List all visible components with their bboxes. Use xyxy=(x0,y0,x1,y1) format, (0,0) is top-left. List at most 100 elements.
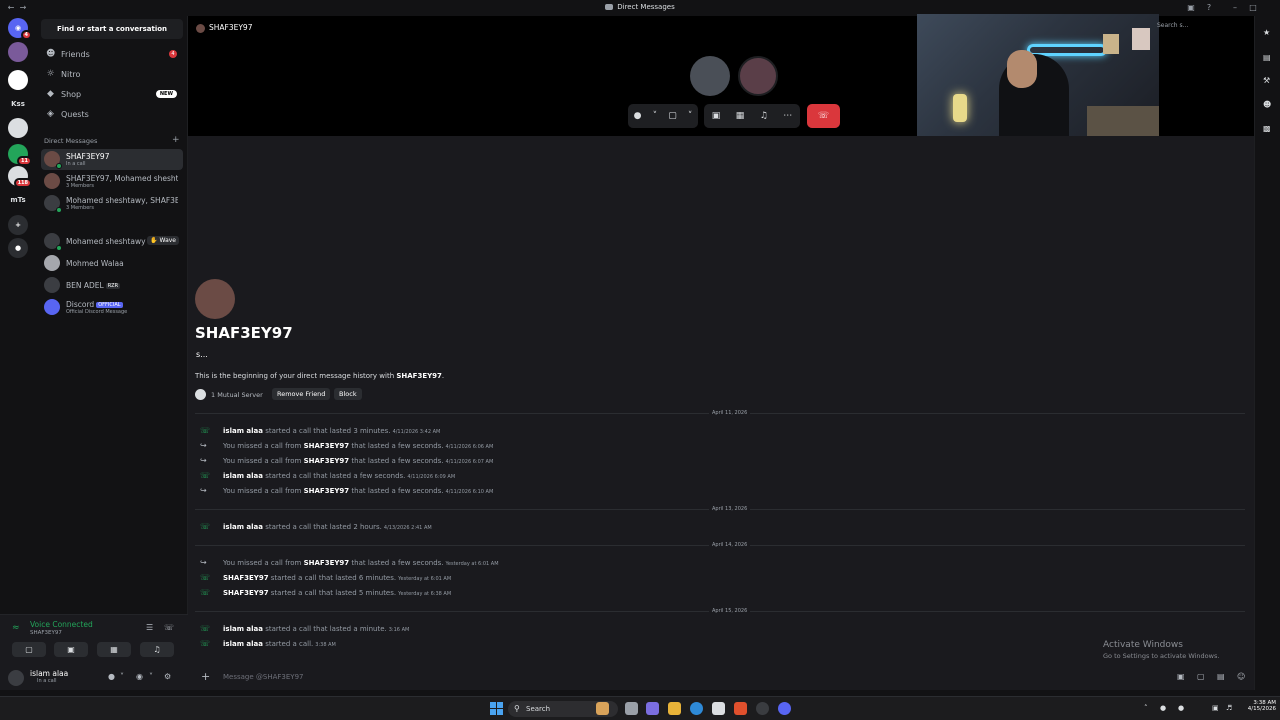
widgets-icon[interactable] xyxy=(596,702,609,715)
camera-button[interactable]: ▢ xyxy=(12,642,46,657)
server-kss[interactable]: Kss xyxy=(3,99,33,109)
system-message: ☏ islam alaa started a call that lasted 3… xyxy=(200,426,440,438)
nav-friends[interactable]: ☻ Friends 4 xyxy=(41,45,183,63)
noise-suppression-icon[interactable]: ☰ xyxy=(146,623,153,632)
gift-icon[interactable]: ▣ xyxy=(1177,672,1185,681)
file-explorer-icon[interactable] xyxy=(668,702,681,715)
participant-avatar[interactable] xyxy=(690,56,730,96)
find-conversation-button[interactable]: Find or start a conversation xyxy=(41,19,183,39)
dm-item[interactable]: Mohamed sheshtawy ✋ Wave xyxy=(41,231,183,252)
server-mts[interactable]: mTs xyxy=(3,195,33,205)
mic-tray-icon[interactable]: ● xyxy=(1178,704,1184,712)
add-user-icon[interactable]: ☻ xyxy=(1263,100,1271,109)
emoji-icon[interactable]: ☺ xyxy=(1237,672,1245,681)
disconnect-icon[interactable]: ☏ xyxy=(164,623,174,632)
msg-author[interactable]: SHAF3EY97 xyxy=(223,574,269,582)
block-button[interactable]: Block xyxy=(334,388,362,400)
msg-author[interactable]: islam alaa xyxy=(223,523,263,531)
remove-friend-button[interactable]: Remove Friend xyxy=(272,388,331,400)
nav-shop[interactable]: ◆ Shop NEW xyxy=(41,85,183,103)
network-icon[interactable]: ▣ xyxy=(1212,704,1219,712)
trophy-icon[interactable]: ★ xyxy=(1263,28,1270,37)
edge-browser-icon[interactable] xyxy=(690,702,703,715)
mic-icon[interactable]: ● xyxy=(108,672,115,681)
task-view-icon[interactable] xyxy=(625,702,638,715)
avatar[interactable] xyxy=(8,670,24,686)
msg-author[interactable]: SHAF3EY97 xyxy=(304,559,350,567)
server-avatar-icon[interactable] xyxy=(8,70,28,90)
dm-item[interactable]: SHAF3EY97 In a call xyxy=(41,149,183,170)
server-avatar-icon[interactable] xyxy=(8,42,28,62)
more-icon[interactable]: ⋯ xyxy=(783,111,792,121)
chevron-up-icon[interactable]: ˄ xyxy=(1144,704,1148,712)
sticker-icon[interactable]: ▤ xyxy=(1217,672,1225,681)
chevron-down-icon[interactable]: ˅ xyxy=(149,672,153,681)
soundboard-icon[interactable]: ♫ xyxy=(760,111,768,121)
msg-author[interactable]: SHAF3EY97 xyxy=(304,457,350,465)
chevron-down-icon[interactable]: ˅ xyxy=(120,672,124,681)
server-avatar-icon[interactable]: 11 xyxy=(8,144,32,166)
dm-item[interactable]: BEN ADEL RZR xyxy=(41,275,183,296)
members-icon[interactable]: ▤ xyxy=(1263,53,1271,62)
server-avatar-icon[interactable] xyxy=(8,118,28,138)
camera-off-icon[interactable]: ▢ xyxy=(668,111,677,121)
attach-plus-icon[interactable]: + xyxy=(201,670,210,683)
msg-author[interactable]: islam alaa xyxy=(223,640,263,648)
msg-author[interactable]: islam alaa xyxy=(223,472,263,480)
chevron-down-icon[interactable]: ˅ xyxy=(653,111,658,121)
dm-item[interactable]: Discord OFFICIAL Official Discord Message xyxy=(41,297,183,318)
nav-friends-label: Friends xyxy=(61,49,90,59)
tray-app-icon[interactable]: ● xyxy=(1160,704,1166,712)
settings-gear-icon[interactable]: ⚙ xyxy=(164,672,171,681)
add-server-icon[interactable]: + xyxy=(8,215,28,235)
discover-icon[interactable]: ● xyxy=(8,238,28,258)
store-icon[interactable] xyxy=(712,702,725,715)
msg-author[interactable]: SHAF3EY97 xyxy=(304,487,350,495)
participant-avatar[interactable] xyxy=(738,56,778,96)
nav-nitro[interactable]: ☼ Nitro xyxy=(41,65,183,83)
dm-item[interactable]: SHAF3EY97, Mohamed sheshta... 3 Members xyxy=(41,171,183,192)
search-input[interactable]: Search s... xyxy=(1157,22,1253,36)
inbox-icon[interactable]: ▣ xyxy=(1186,3,1196,13)
discord-taskbar-icon[interactable] xyxy=(778,702,791,715)
soundboard-button[interactable]: ♫ xyxy=(140,642,174,657)
screenshare-icon[interactable]: ▣ xyxy=(712,111,721,121)
voice-channel[interactable]: SHAF3EY97 xyxy=(30,630,62,636)
profile-avatar[interactable] xyxy=(195,279,235,319)
headphones-icon[interactable]: ◉ xyxy=(136,672,143,681)
chevron-down-icon[interactable]: ˅ xyxy=(688,111,693,121)
new-dm-plus-icon[interactable]: + xyxy=(172,135,180,145)
inbox-icon[interactable]: ▩ xyxy=(1263,124,1271,133)
msg-author[interactable]: SHAF3EY97 xyxy=(223,589,269,597)
msg-author[interactable]: islam alaa xyxy=(223,427,263,435)
dm-item[interactable]: Mohmed Walaa xyxy=(41,253,183,274)
app-icon[interactable] xyxy=(756,702,769,715)
clock[interactable]: 3:38 AM 4/15/2026 xyxy=(1240,700,1276,712)
maximize-icon[interactable]: □ xyxy=(1248,3,1258,13)
msg-author[interactable]: islam alaa xyxy=(223,625,263,633)
mic-icon[interactable]: ● xyxy=(634,111,642,121)
copilot-icon[interactable] xyxy=(646,702,659,715)
msg-author[interactable]: SHAF3EY97 xyxy=(304,442,350,450)
wrench-icon[interactable]: ⚒ xyxy=(1263,76,1270,85)
nav-quests[interactable]: ◈ Quests xyxy=(41,105,183,123)
screenshare-button[interactable]: ▣ xyxy=(54,642,88,657)
activities-icon[interactable]: ▦ xyxy=(736,111,745,121)
volume-icon[interactable]: ♬ xyxy=(1226,704,1232,712)
minimize-icon[interactable]: – xyxy=(1230,3,1240,13)
activities-button[interactable]: ▦ xyxy=(97,642,131,657)
help-icon[interactable]: ? xyxy=(1204,3,1214,13)
discord-logo-icon xyxy=(44,299,60,315)
windows-start-icon[interactable] xyxy=(490,702,503,715)
discord-home-icon[interactable]: ◉ 4 xyxy=(8,18,32,40)
message-input[interactable]: Message @SHAF3EY97 xyxy=(223,673,304,681)
dm-item[interactable]: Mohamed sheshtawy, SHAF3E... 3 Members xyxy=(41,193,183,214)
gif-icon[interactable]: ▢ xyxy=(1197,672,1205,681)
webcam-video[interactable] xyxy=(917,14,1159,151)
hang-up-button[interactable]: ☏ xyxy=(807,104,840,128)
server-avatar-icon[interactable]: 118 xyxy=(8,166,32,188)
message-composer[interactable]: + Message @SHAF3EY97 ▣ ▢ ▤ ☺ xyxy=(188,664,1254,690)
brave-browser-icon[interactable] xyxy=(734,702,747,715)
wave-button[interactable]: ✋ Wave xyxy=(147,236,179,245)
mutual-servers[interactable]: 1 Mutual Server xyxy=(195,389,263,400)
